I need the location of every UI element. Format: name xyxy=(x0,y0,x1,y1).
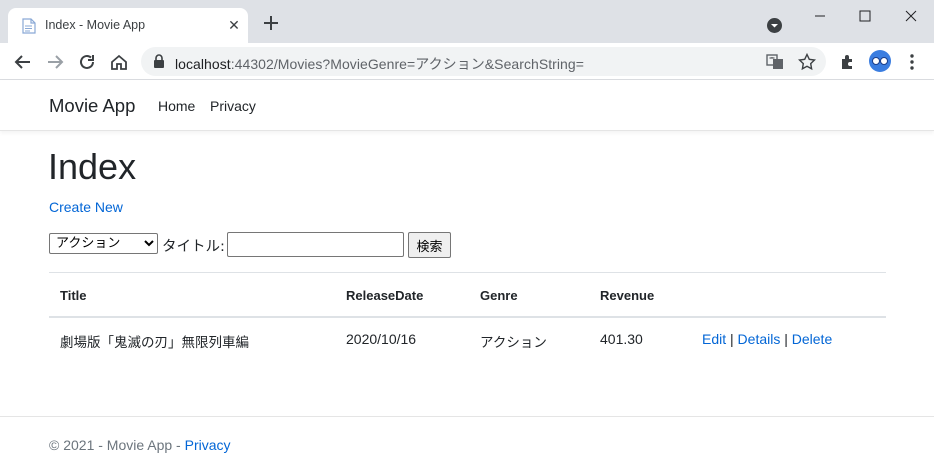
header-revenue: Revenue xyxy=(600,288,655,303)
header-genre: Genre xyxy=(480,288,518,303)
profile-avatar[interactable] xyxy=(869,50,891,72)
title-filter-label: タイトル: xyxy=(162,239,225,255)
delete-link[interactable]: Delete xyxy=(792,331,832,347)
maximize-icon[interactable] xyxy=(850,6,880,26)
cell-genre: アクション xyxy=(480,335,547,351)
action-separator: | xyxy=(784,331,788,347)
page-title: Index xyxy=(48,146,137,187)
web-page: Movie App Home Privacy Index Create New … xyxy=(0,80,934,472)
cell-release-date: 2020/10/16 xyxy=(346,331,417,347)
tab-search-icon[interactable] xyxy=(766,17,783,34)
reload-icon[interactable] xyxy=(77,52,97,72)
menu-dots-icon[interactable] xyxy=(902,52,922,72)
table-header-row: Title ReleaseDate Genre Revenue xyxy=(49,272,886,318)
action-separator: | xyxy=(730,331,734,347)
browser-toolbar: localhost:44302/Movies?MovieGenre=アクション&… xyxy=(0,43,934,80)
edit-link[interactable]: Edit xyxy=(702,331,726,347)
bookmark-star-icon[interactable] xyxy=(798,53,816,71)
browser-tab[interactable]: Index - Movie App ✕ xyxy=(8,8,248,43)
footer-privacy-link[interactable]: Privacy xyxy=(185,437,231,453)
header-release-date: ReleaseDate xyxy=(346,288,424,303)
tab-title: Index - Movie App xyxy=(45,18,146,32)
site-brand[interactable]: Movie App xyxy=(49,95,135,117)
lock-icon[interactable] xyxy=(153,54,165,69)
footer-copyright: © 2021 - Movie App - xyxy=(49,437,185,453)
close-window-icon[interactable] xyxy=(896,6,926,26)
details-link[interactable]: Details xyxy=(738,331,781,347)
footer-text: © 2021 - Movie App - Privacy xyxy=(49,437,231,453)
url-text[interactable]: localhost:44302/Movies?MovieGenre=アクション&… xyxy=(175,54,584,74)
translate-icon[interactable] xyxy=(766,53,784,71)
site-footer: © 2021 - Movie App - Privacy xyxy=(0,416,934,472)
cell-actions: Edit | Details | Delete xyxy=(702,331,832,347)
cell-revenue: 401.30 xyxy=(600,331,643,347)
minimize-icon[interactable] xyxy=(805,6,835,26)
cell-title: 劇場版「鬼滅の刃」無限列車編 xyxy=(60,335,249,351)
create-new-link[interactable]: Create New xyxy=(49,199,123,215)
forward-icon[interactable] xyxy=(45,52,65,72)
table-row: 劇場版「鬼滅の刃」無限列車編 2020/10/16 アクション 401.30 E… xyxy=(49,318,886,362)
close-tab-icon[interactable]: ✕ xyxy=(226,17,242,33)
search-button[interactable]: 検索 xyxy=(408,232,451,258)
site-navbar: Movie App Home Privacy xyxy=(0,80,934,131)
profile-glasses-icon xyxy=(872,57,888,65)
browser-titlebar: Index - Movie App ✕ xyxy=(0,0,934,43)
nav-home-link[interactable]: Home xyxy=(158,98,195,114)
address-bar[interactable]: localhost:44302/Movies?MovieGenre=アクション&… xyxy=(141,47,826,76)
extensions-icon[interactable] xyxy=(838,52,858,72)
page-icon xyxy=(22,18,36,34)
nav-privacy-link[interactable]: Privacy xyxy=(210,98,256,114)
home-icon[interactable] xyxy=(109,52,129,72)
header-title: Title xyxy=(60,288,87,303)
title-search-input[interactable] xyxy=(227,232,404,257)
back-icon[interactable] xyxy=(13,52,33,72)
new-tab-icon[interactable] xyxy=(261,13,281,33)
genre-select[interactable]: アクション xyxy=(49,233,158,254)
